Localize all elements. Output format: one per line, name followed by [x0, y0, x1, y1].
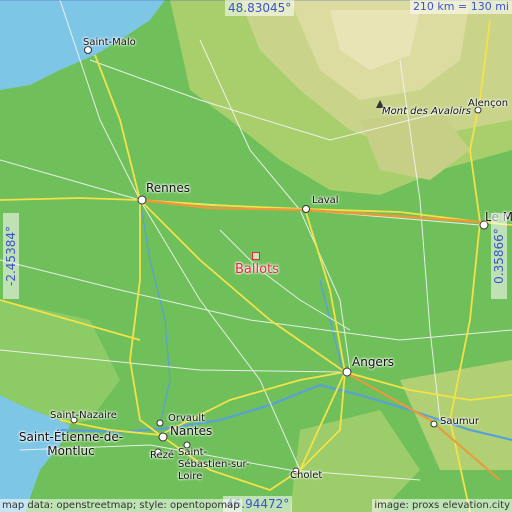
right-longitude-label: 0.35866°	[491, 213, 507, 299]
city-label-saint-malo[interactable]: Saint-Malo	[83, 37, 136, 48]
city-label-rennes[interactable]: Rennes	[146, 181, 190, 195]
city-label-nantes[interactable]: Nantes	[170, 424, 212, 438]
city-label-mont-des-avaloirs[interactable]: Mont des Avaloirs	[382, 106, 471, 117]
city-label-reze[interactable]: Rezé	[150, 450, 174, 461]
city-label-saint-nazaire[interactable]: Saint-Nazaire	[50, 410, 117, 421]
scale-label: 210 km = 130 mi	[409, 0, 512, 14]
top-latitude-label: 48.83045°	[225, 0, 295, 16]
city-label-cholet[interactable]: Cholet	[290, 470, 322, 481]
attribution-map-data: map data: openstreetmap; style: opentopo…	[0, 499, 242, 512]
city-label-alencon[interactable]: Alençon	[468, 98, 508, 109]
city-label-angers[interactable]: Angers	[352, 355, 394, 369]
city-label-saumur[interactable]: Saumur	[440, 416, 479, 427]
map-view[interactable]: Saint-Malo Rennes Laval Mont des Avaloir…	[0, 0, 512, 512]
location-label[interactable]: Ballots	[235, 262, 279, 277]
city-label-saint-sebastien-sur-loire[interactable]: Saint-Sébastien-sur-Loire	[178, 447, 258, 483]
city-label-saint-etienne-de-montluc[interactable]: Saint-Étienne-de-Montluc	[8, 430, 134, 458]
attribution-image: image: proxs elevation.city	[372, 499, 512, 512]
city-label-laval[interactable]: Laval	[312, 195, 339, 206]
city-label-orvault[interactable]: Orvault	[168, 413, 205, 424]
left-longitude-label: -2.45384°	[3, 213, 19, 299]
location-marker[interactable]	[252, 252, 260, 260]
